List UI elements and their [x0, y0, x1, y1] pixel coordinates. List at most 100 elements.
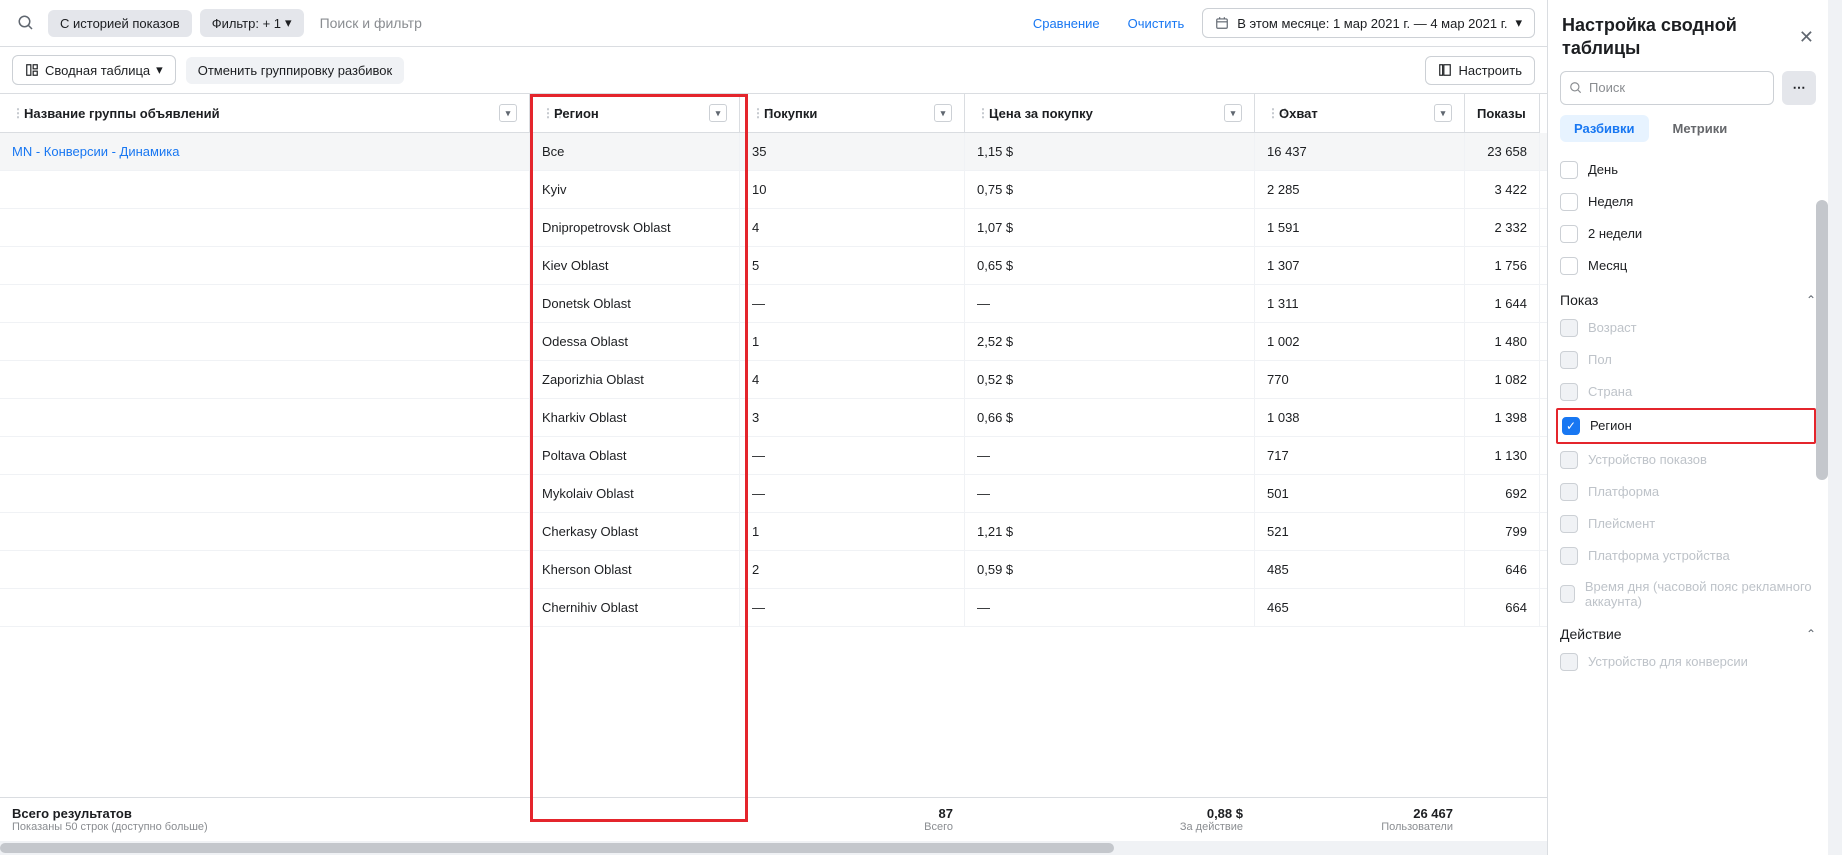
cell-impressions: 1 130 [1465, 437, 1540, 474]
breakdown-option[interactable]: ✓Регион [1556, 408, 1816, 444]
breakdown-option[interactable]: День [1560, 154, 1816, 186]
ungroup-breakdowns-button[interactable]: Отменить группировку разбивок [186, 57, 405, 84]
cell-adset-name [0, 437, 530, 474]
table-row[interactable]: Kyiv100,75 $2 2853 422 [0, 171, 1547, 209]
breakdown-option[interactable]: Месяц [1560, 250, 1816, 282]
checkbox [1560, 319, 1578, 337]
checkbox[interactable] [1560, 161, 1578, 179]
table-row[interactable]: Chernihiv Oblast——465664 [0, 589, 1547, 627]
section-delivery[interactable]: Показ⌃ [1560, 282, 1816, 312]
cell-reach: 770 [1255, 361, 1465, 398]
cell-cost: 0,65 $ [965, 247, 1255, 284]
customize-button[interactable]: Настроить [1425, 56, 1535, 85]
history-filter-pill[interactable]: С историей показов [48, 10, 192, 37]
checkbox[interactable]: ✓ [1562, 417, 1580, 435]
cell-purchases: 10 [740, 171, 965, 208]
cell-impressions: 23 658 [1465, 133, 1540, 170]
cell-adset-name [0, 323, 530, 360]
breakdown-option[interactable]: Неделя [1560, 186, 1816, 218]
sidebar-search-input[interactable]: Поиск [1560, 71, 1774, 105]
cell-adset-name [0, 209, 530, 246]
close-icon[interactable]: ✕ [1799, 27, 1814, 48]
column-menu-button[interactable]: ▾ [499, 104, 517, 122]
tab-metrics[interactable]: Метрики [1659, 115, 1742, 142]
search-filter-input[interactable]: Поиск и фильтр [312, 15, 1015, 31]
table-row[interactable]: Mykolaiv Oblast——501692 [0, 475, 1547, 513]
cell-impressions: 1 082 [1465, 361, 1540, 398]
checkbox [1560, 383, 1578, 401]
col-region[interactable]: ⋮⋮Регион▾ [530, 94, 740, 133]
section-action[interactable]: Действие⌃ [1560, 616, 1816, 646]
col-purchases[interactable]: ⋮⋮Покупки▾ [740, 94, 965, 133]
option-label: Время дня (часовой пояс рекламного аккау… [1585, 579, 1816, 609]
table-row[interactable]: Kharkiv Oblast30,66 $1 0381 398 [0, 399, 1547, 437]
checkbox[interactable] [1560, 225, 1578, 243]
cell-region: Cherkasy Oblast [530, 513, 740, 550]
clear-link[interactable]: Очистить [1118, 16, 1195, 31]
option-label: Устройство для конверсии [1588, 654, 1748, 669]
table-row[interactable]: Dnipropetrovsk Oblast41,07 $1 5912 332 [0, 209, 1547, 247]
option-label: Пол [1588, 352, 1612, 367]
cell-purchases: 4 [740, 209, 965, 246]
cell-cost: 1,07 $ [965, 209, 1255, 246]
breakdown-option: Время дня (часовой пояс рекламного аккау… [1560, 572, 1816, 616]
cell-purchases: 2 [740, 551, 965, 588]
drag-handle-icon[interactable]: ⋮⋮ [12, 106, 18, 120]
cell-purchases: — [740, 475, 965, 512]
column-menu-button[interactable]: ▾ [1434, 104, 1452, 122]
col-impressions[interactable]: Показы [1465, 94, 1540, 133]
table-row[interactable]: MN - Конверсии - ДинамикаВсе351,15 $16 4… [0, 133, 1547, 171]
col-reach[interactable]: ⋮⋮Охват▾ [1255, 94, 1465, 133]
cell-impressions: 1 480 [1465, 323, 1540, 360]
drag-handle-icon[interactable]: ⋮⋮ [977, 106, 983, 120]
option-label: Неделя [1588, 194, 1633, 209]
checkbox[interactable] [1560, 257, 1578, 275]
option-label: 2 недели [1588, 226, 1642, 241]
table-row[interactable]: Poltava Oblast——7171 130 [0, 437, 1547, 475]
more-options-button[interactable]: ⋯ [1782, 71, 1816, 105]
compare-link[interactable]: Сравнение [1023, 16, 1110, 31]
table-row[interactable]: Odessa Oblast12,52 $1 0021 480 [0, 323, 1547, 361]
column-menu-button[interactable]: ▾ [1224, 104, 1242, 122]
date-range-button[interactable]: В этом месяце: 1 мар 2021 г. — 4 мар 202… [1202, 8, 1535, 38]
cell-cost: — [965, 285, 1255, 322]
cell-region: Все [530, 133, 740, 170]
pivot-table-button[interactable]: Сводная таблица ▾ [12, 55, 176, 85]
totals-cost: 0,88 $ [977, 806, 1243, 821]
table-row[interactable]: Cherkasy Oblast11,21 $521799 [0, 513, 1547, 551]
column-menu-button[interactable]: ▾ [709, 104, 727, 122]
drag-handle-icon[interactable]: ⋮⋮ [752, 106, 758, 120]
drag-handle-icon[interactable]: ⋮⋮ [1267, 106, 1273, 120]
table-row[interactable]: Kiev Oblast50,65 $1 3071 756 [0, 247, 1547, 285]
checkbox [1560, 451, 1578, 469]
option-label: Платформа [1588, 484, 1659, 499]
table-row[interactable]: Zaporizhia Oblast40,52 $7701 082 [0, 361, 1547, 399]
table-row[interactable]: Donetsk Oblast——1 3111 644 [0, 285, 1547, 323]
table-row[interactable]: Kherson Oblast20,59 $485646 [0, 551, 1547, 589]
cell-adset-name [0, 171, 530, 208]
col-cost-per-purchase[interactable]: ⋮⋮Цена за покупку▾ [965, 94, 1255, 133]
cell-adset-name [0, 551, 530, 588]
column-menu-button[interactable]: ▾ [934, 104, 952, 122]
breakdown-option[interactable]: 2 недели [1560, 218, 1816, 250]
drag-handle-icon[interactable]: ⋮⋮ [542, 106, 548, 120]
filter-pill[interactable]: Фильтр: + 1▾ [200, 9, 304, 37]
pivot-icon [25, 63, 39, 77]
search-icon[interactable] [12, 9, 40, 37]
breakdown-option: Пол [1560, 344, 1816, 376]
cell-cost: 1,21 $ [965, 513, 1255, 550]
cell-reach: 717 [1255, 437, 1465, 474]
col-adset-name[interactable]: ⋮⋮Название группы объявлений▾ [0, 94, 530, 133]
vertical-scrollbar[interactable] [1816, 200, 1828, 480]
adset-link[interactable]: MN - Конверсии - Динамика [12, 144, 179, 159]
horizontal-scrollbar[interactable] [0, 841, 1547, 855]
cell-cost: 2,52 $ [965, 323, 1255, 360]
cell-reach: 1 002 [1255, 323, 1465, 360]
checkbox[interactable] [1560, 193, 1578, 211]
breakdown-option: Платформа устройства [1560, 540, 1816, 572]
checkbox [1560, 653, 1578, 671]
tab-breakdowns[interactable]: Разбивки [1560, 115, 1649, 142]
cell-reach: 1 311 [1255, 285, 1465, 322]
cell-impressions: 692 [1465, 475, 1540, 512]
cell-impressions: 1 644 [1465, 285, 1540, 322]
